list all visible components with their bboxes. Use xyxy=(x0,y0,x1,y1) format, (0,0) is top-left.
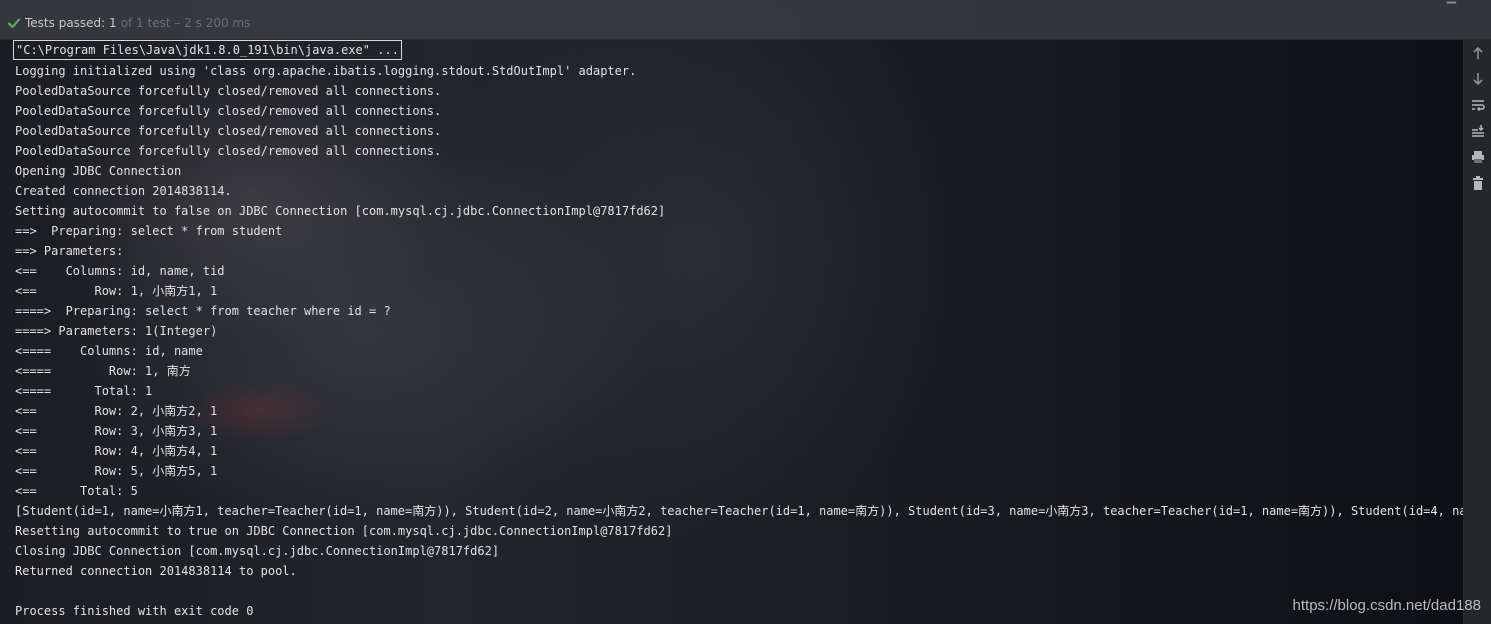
console-line: Opening JDBC Connection xyxy=(15,164,182,178)
console-line: ==> Parameters: xyxy=(15,244,131,258)
console-line: Setting autocommit to false on JDBC Conn… xyxy=(15,204,666,218)
watermark: https://blog.csdn.net/dad188 xyxy=(1292,597,1481,614)
console-line: [Student(id=1, name=小南方1, teacher=Teache… xyxy=(15,504,1464,518)
console-line: PooledDataSource forcefully closed/remov… xyxy=(15,144,442,158)
console-line: Logging initialized using 'class org.apa… xyxy=(15,64,637,78)
trash-icon[interactable] xyxy=(1470,175,1486,191)
console-line: Process finished with exit code 0 xyxy=(15,604,254,618)
run-window: Tests passed: 1 of 1 test – 2 s 200 ms ▔… xyxy=(0,0,1491,624)
console-line: ====> Parameters: 1(Integer) xyxy=(15,324,218,338)
check-icon xyxy=(7,16,21,30)
scroll-to-end-icon[interactable] xyxy=(1470,123,1486,139)
tests-passed-label: Tests passed: 1 xyxy=(25,16,117,30)
console-line: <== Row: 2, 小南方2, 1 xyxy=(15,404,218,418)
console-line: Closing JDBC Connection [com.mysql.cj.jd… xyxy=(15,544,500,558)
print-icon[interactable] xyxy=(1470,149,1486,165)
test-status: Tests passed: 1 of 1 test – 2 s 200 ms xyxy=(7,14,250,32)
console-line: <==== Row: 1, 南方 xyxy=(15,364,191,378)
console-line: Resetting autocommit to true on JDBC Con… xyxy=(15,524,673,538)
console-line: <==== Total: 1 xyxy=(15,384,153,398)
console-lines: "C:\Program Files\Java\jdk1.8.0_191\bin\… xyxy=(13,39,1464,621)
console-line: <== Columns: id, name, tid xyxy=(15,264,225,278)
console-line: <== Row: 1, 小南方1, 1 xyxy=(15,284,218,298)
soft-wrap-icon[interactable] xyxy=(1470,97,1486,113)
console-line: <== Row: 3, 小南方3, 1 xyxy=(15,424,218,438)
console-line: <==== Columns: id, name xyxy=(15,344,203,358)
console-line: ====> Preparing: select * from teacher w… xyxy=(15,304,391,318)
console-line: <== Row: 4, 小南方4, 1 xyxy=(15,444,218,458)
java-command-line: "C:\Program Files\Java\jdk1.8.0_191\bin\… xyxy=(13,40,402,60)
test-status-bar: Tests passed: 1 of 1 test – 2 s 200 ms ▔ xyxy=(0,0,1491,40)
arrow-up-icon[interactable] xyxy=(1470,45,1486,61)
tests-duration-label: of 1 test – 2 s 200 ms xyxy=(120,16,251,30)
console-line: Created connection 2014838114. xyxy=(15,184,232,198)
console-toolbar xyxy=(1463,39,1491,624)
console-line: Returned connection 2014838114 to pool. xyxy=(15,564,297,578)
arrow-down-icon[interactable] xyxy=(1470,71,1486,87)
console-line: <== Row: 5, 小南方5, 1 xyxy=(15,464,218,478)
console-line: PooledDataSource forcefully closed/remov… xyxy=(15,104,442,118)
console-line: ==> Preparing: select * from student xyxy=(15,224,283,238)
console-line: PooledDataSource forcefully closed/remov… xyxy=(15,124,442,138)
console-line: <== Total: 5 xyxy=(15,484,138,498)
console-output[interactable]: "C:\Program Files\Java\jdk1.8.0_191\bin\… xyxy=(0,39,1464,624)
console-line: PooledDataSource forcefully closed/remov… xyxy=(15,84,442,98)
more-options-icon[interactable]: ▔ xyxy=(1447,2,1457,16)
